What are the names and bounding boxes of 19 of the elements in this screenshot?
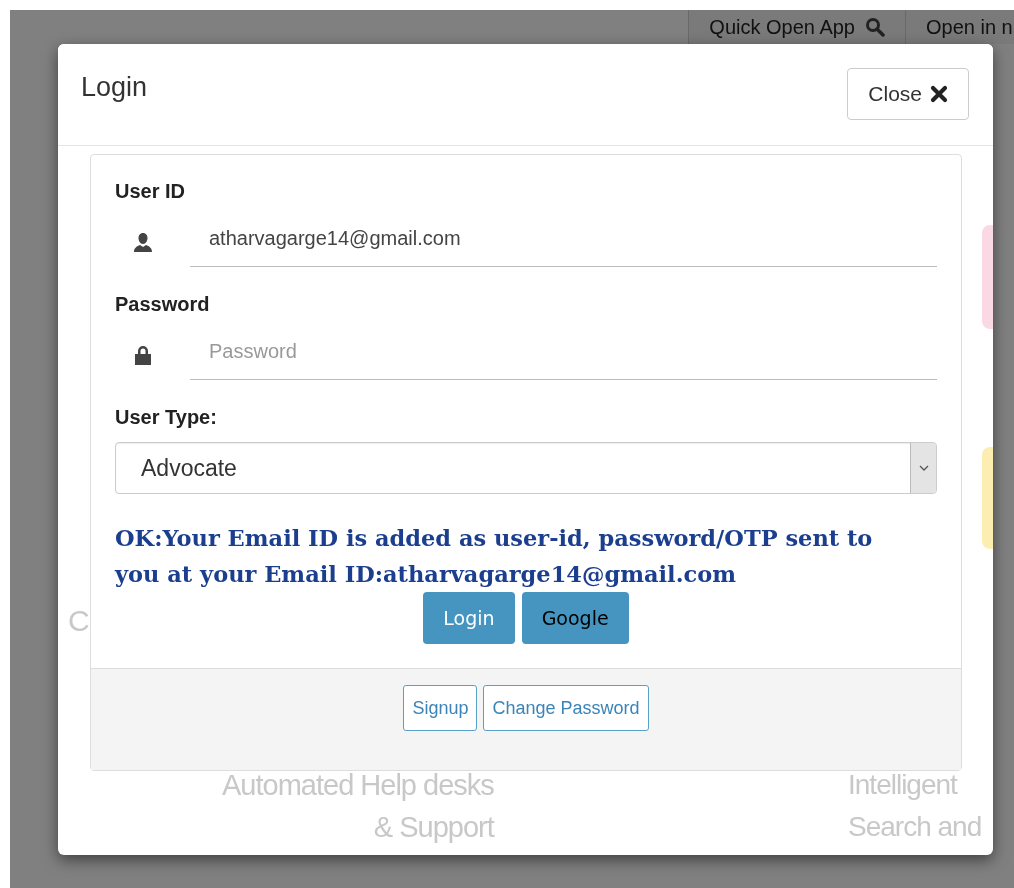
close-icon [930,85,948,103]
lock-icon [132,343,154,366]
user-id-field[interactable]: atharvagarge14@gmail.com [190,216,937,267]
signup-button[interactable]: Signup [403,685,478,731]
change-password-button[interactable]: Change Password [483,685,649,731]
field-label: Password [115,293,211,316]
toolbar-button[interactable]: Quick Open App [688,10,905,44]
search-icon [865,17,885,37]
user-icon [132,230,154,253]
login-button[interactable]: Login [423,592,515,644]
password-field[interactable]: Password [190,329,937,380]
field-label: User ID [115,180,187,203]
dialog-title: Login [81,72,148,103]
field-label: User Type: [115,406,218,429]
close-button[interactable]: Close [847,68,969,120]
toolbar-button[interactable]: Open in n [905,10,1014,44]
status-message: OK:Your Email ID is added as user-id, password/OTP sent to you at your Email ID:atharvagarge14@gmail.com [115,524,874,589]
google-button[interactable]: Google [521,592,629,644]
user-type-dropdown[interactable]: Advocate [115,442,937,494]
